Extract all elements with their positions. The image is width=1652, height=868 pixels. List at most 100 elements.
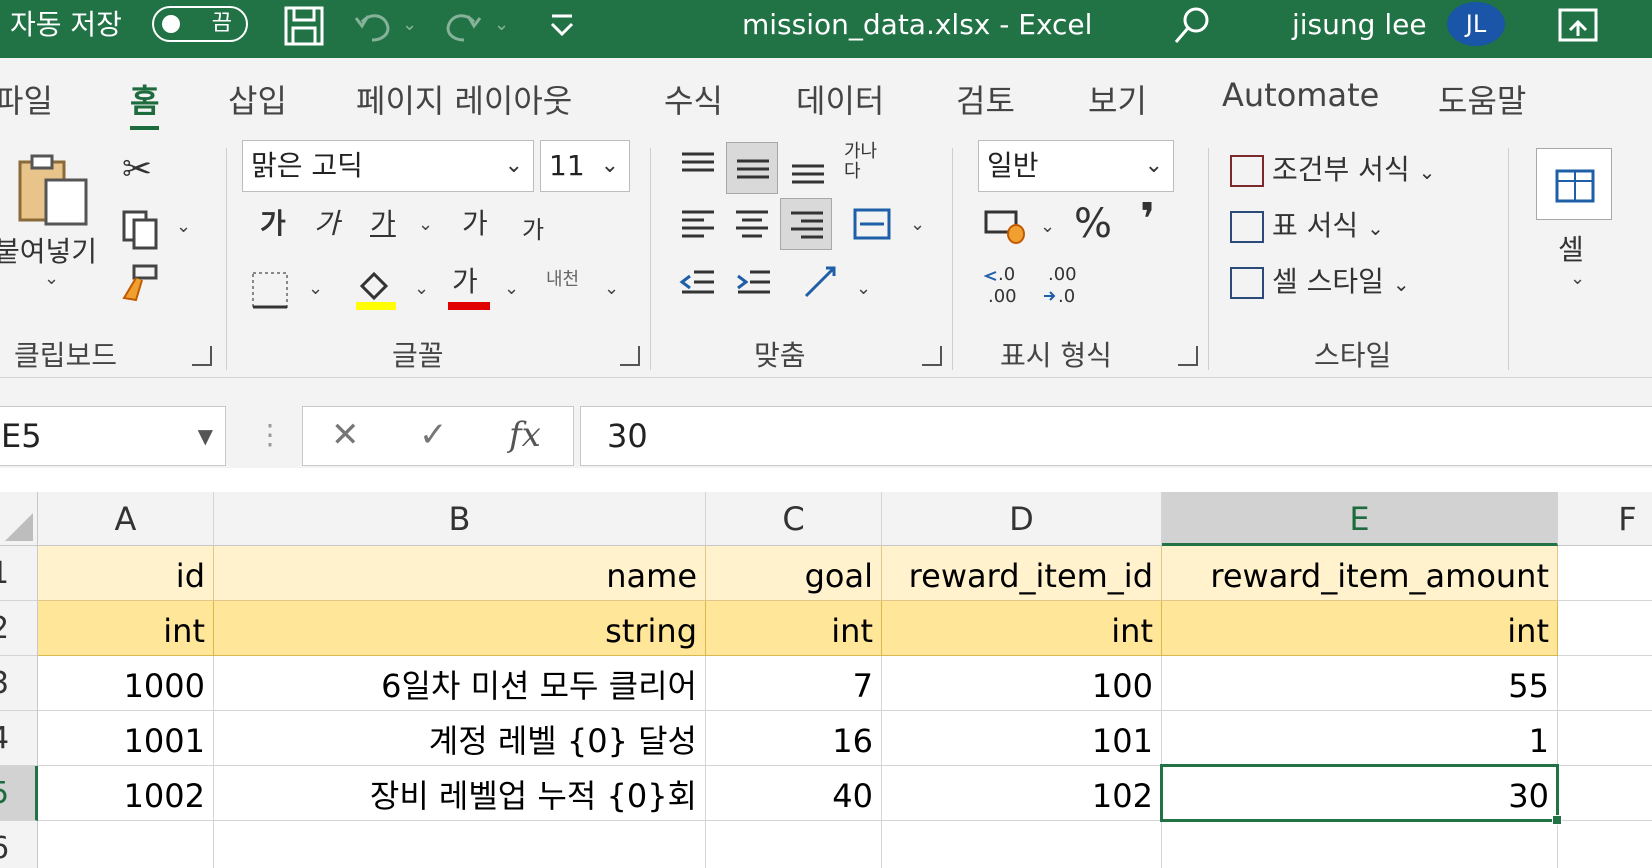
insert-function-button[interactable]: fx xyxy=(509,415,541,455)
undo-dropdown-icon[interactable]: ⌄ xyxy=(402,14,417,35)
cell-a2[interactable]: int xyxy=(38,601,214,656)
conditional-formatting-button[interactable]: 조건부 서식 ⌄ xyxy=(1230,148,1435,188)
align-center-icon[interactable] xyxy=(732,204,772,244)
cells-button[interactable] xyxy=(1536,148,1612,220)
tab-automate[interactable]: Automate xyxy=(1222,76,1379,114)
cell-d6[interactable] xyxy=(882,821,1162,868)
row-header-6[interactable]: 6 xyxy=(0,821,38,868)
cell-d4[interactable]: 101 xyxy=(882,711,1162,766)
cell-c4[interactable]: 16 xyxy=(706,711,882,766)
save-icon[interactable] xyxy=(282,4,326,48)
font-size-dropdown[interactable]: 11 ⌄ xyxy=(540,140,630,192)
cell-a6[interactable] xyxy=(38,821,214,868)
cut-icon[interactable]: ✂ xyxy=(122,150,152,190)
column-header-f[interactable]: F xyxy=(1558,492,1652,546)
orientation-dropdown-icon[interactable]: ⌄ xyxy=(856,278,871,299)
redo-dropdown-icon[interactable]: ⌄ xyxy=(494,14,509,35)
cell-f5[interactable] xyxy=(1558,766,1652,821)
cell-e6[interactable] xyxy=(1162,821,1558,868)
phonetic-button[interactable]: 내천 xyxy=(546,260,579,300)
percent-button[interactable]: % xyxy=(1074,204,1112,244)
undo-icon[interactable] xyxy=(352,4,396,48)
decrease-decimal-icon[interactable]: .00.0 xyxy=(1040,262,1086,308)
underline-button[interactable]: 가 xyxy=(370,204,396,244)
cell-d5[interactable]: 102 xyxy=(882,766,1162,821)
cell-d3[interactable]: 100 xyxy=(882,656,1162,711)
cell-a4[interactable]: 1001 xyxy=(38,711,214,766)
cell-f6[interactable] xyxy=(1558,821,1652,868)
row-header-5[interactable]: 5 xyxy=(0,766,38,821)
cell-b5[interactable]: 장비 레벨업 누적 {0}회 xyxy=(214,766,706,821)
clipboard-launcher-icon[interactable] xyxy=(192,346,212,366)
cell-b3[interactable]: 6일차 미션 모두 클리어 xyxy=(214,656,706,711)
accounting-dropdown-icon[interactable]: ⌄ xyxy=(1040,216,1055,237)
cell-b4[interactable]: 계정 레벨 {0} 달성 xyxy=(214,711,706,766)
bold-button[interactable]: 가 xyxy=(260,204,286,244)
cell-d1[interactable]: reward_item_id xyxy=(882,546,1162,601)
italic-button[interactable]: 가 xyxy=(314,204,340,244)
cell-c1[interactable]: goal xyxy=(706,546,882,601)
borders-icon[interactable] xyxy=(250,270,290,310)
tab-view[interactable]: 보기 xyxy=(1088,76,1147,122)
cell-e4[interactable]: 1 xyxy=(1162,711,1558,766)
cell-f2[interactable] xyxy=(1558,601,1652,656)
cell-styles-button[interactable]: 셀 스타일 ⌄ xyxy=(1230,260,1410,300)
cell-c2[interactable]: int xyxy=(706,601,882,656)
cell-f1[interactable] xyxy=(1558,546,1652,601)
align-right-button[interactable] xyxy=(780,198,832,250)
column-header-b[interactable]: B xyxy=(214,492,706,546)
ribbon-display-icon[interactable] xyxy=(1556,4,1600,48)
column-header-a[interactable]: A xyxy=(38,492,214,546)
select-all-button[interactable] xyxy=(0,492,38,546)
number-format-dropdown[interactable]: 일반 ⌄ xyxy=(978,140,1174,192)
paste-icon[interactable] xyxy=(14,152,94,232)
cell-b1[interactable]: name xyxy=(214,546,706,601)
cell-a1[interactable]: id xyxy=(38,546,214,601)
font-name-dropdown[interactable]: 맑은 고딕 ⌄ xyxy=(242,140,534,192)
row-header-1[interactable]: 1 xyxy=(0,546,38,601)
column-header-d[interactable]: D xyxy=(882,492,1162,546)
cell-b2[interactable]: string xyxy=(214,601,706,656)
cell-c3[interactable]: 7 xyxy=(706,656,882,711)
tab-page-layout[interactable]: 페이지 레이아웃 xyxy=(356,76,572,122)
cell-f3[interactable] xyxy=(1558,656,1652,711)
column-header-c[interactable]: C xyxy=(706,492,882,546)
cell-e1[interactable]: reward_item_amount xyxy=(1162,546,1558,601)
cancel-icon[interactable]: ✕ xyxy=(331,415,360,455)
paste-dropdown-icon[interactable]: ⌄ xyxy=(44,268,59,289)
fill-color-icon[interactable] xyxy=(354,266,398,310)
alignment-launcher-icon[interactable] xyxy=(922,346,942,366)
paste-label[interactable]: 붙여넣기 xyxy=(0,232,97,272)
cell-e3[interactable]: 55 xyxy=(1162,656,1558,711)
align-top-icon[interactable] xyxy=(678,148,718,188)
user-name[interactable]: jisung lee xyxy=(1292,6,1427,44)
font-launcher-icon[interactable] xyxy=(620,346,640,366)
customize-toolbar-icon[interactable] xyxy=(540,4,584,48)
tab-insert[interactable]: 삽입 xyxy=(228,76,287,122)
row-header-4[interactable]: 4 xyxy=(0,711,38,766)
cell-a3[interactable]: 1000 xyxy=(38,656,214,711)
tab-home[interactable]: 홈 xyxy=(130,76,160,130)
cell-d2[interactable]: int xyxy=(882,601,1162,656)
formula-input[interactable]: 30 xyxy=(580,406,1652,466)
grip-icon[interactable]: ⋮ xyxy=(256,418,284,451)
cell-c6[interactable] xyxy=(706,821,882,868)
redo-icon[interactable] xyxy=(440,4,484,48)
fill-color-dropdown-icon[interactable]: ⌄ xyxy=(414,278,429,299)
borders-dropdown-icon[interactable]: ⌄ xyxy=(308,278,323,299)
autosave-toggle[interactable]: 끔 xyxy=(152,6,248,42)
cell-e2[interactable]: int xyxy=(1162,601,1558,656)
align-left-icon[interactable] xyxy=(678,204,718,244)
cell-e5[interactable]: 30 xyxy=(1162,766,1558,821)
row-header-3[interactable]: 3 xyxy=(0,656,38,711)
avatar[interactable]: JL xyxy=(1447,2,1505,46)
tab-help[interactable]: 도움말 xyxy=(1438,76,1526,122)
tab-file[interactable]: 파일 xyxy=(0,76,53,122)
shrink-font-button[interactable]: 가 xyxy=(522,210,544,250)
number-launcher-icon[interactable] xyxy=(1178,346,1198,366)
cell-c5[interactable]: 40 xyxy=(706,766,882,821)
grow-font-button[interactable]: 가 xyxy=(462,204,488,244)
font-color-button[interactable]: 가 xyxy=(452,262,478,302)
increase-indent-icon[interactable] xyxy=(734,262,774,302)
format-as-table-button[interactable]: 표 서식 ⌄ xyxy=(1230,204,1384,244)
